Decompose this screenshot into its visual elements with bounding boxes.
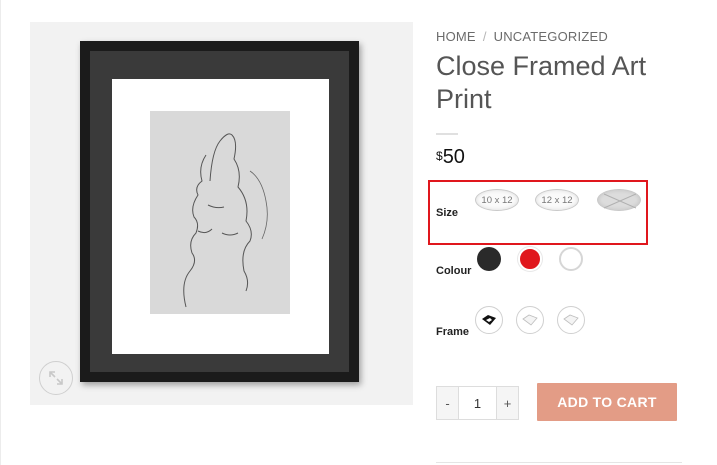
- add-to-cart-button[interactable]: ADD TO CART: [537, 383, 677, 421]
- page-border: [0, 0, 1, 465]
- frame-option-black[interactable]: [475, 306, 503, 334]
- frame-option-white-2[interactable]: [557, 306, 585, 334]
- line-art-drawing: [150, 111, 290, 314]
- breadcrumb-category[interactable]: UNCATEGORIZED: [494, 29, 608, 44]
- colour-option-red[interactable]: [518, 247, 542, 271]
- title-divider: [436, 133, 458, 135]
- colour-option-white[interactable]: [559, 247, 583, 271]
- price-amount: 50: [442, 146, 465, 168]
- price-currency: $: [436, 149, 443, 163]
- frame-label: Frame: [436, 326, 470, 338]
- frame-option-white[interactable]: [516, 306, 544, 334]
- white-frame-icon: [522, 314, 538, 326]
- quantity-stepper: - 1 +: [436, 386, 519, 420]
- zoom-button[interactable]: [39, 361, 73, 395]
- quantity-input[interactable]: 1: [459, 387, 496, 419]
- quantity-plus-button[interactable]: +: [496, 387, 518, 419]
- breadcrumb-home[interactable]: HOME: [436, 29, 476, 44]
- highlight-annotation: [428, 180, 648, 245]
- colour-label: Colour: [436, 265, 472, 277]
- expand-icon: [49, 371, 63, 385]
- quantity-minus-button[interactable]: -: [437, 387, 459, 419]
- bottom-divider: [436, 462, 682, 463]
- breadcrumb-separator: /: [482, 29, 487, 44]
- white-frame-icon: [563, 314, 579, 326]
- colour-option-black[interactable]: [477, 247, 501, 271]
- black-frame-icon: [482, 315, 496, 325]
- product-price: $50: [436, 146, 465, 169]
- product-title: Close Framed Art Print: [436, 51, 647, 114]
- breadcrumb: HOME / UNCATEGORIZED: [436, 29, 608, 44]
- product-image[interactable]: [30, 22, 413, 405]
